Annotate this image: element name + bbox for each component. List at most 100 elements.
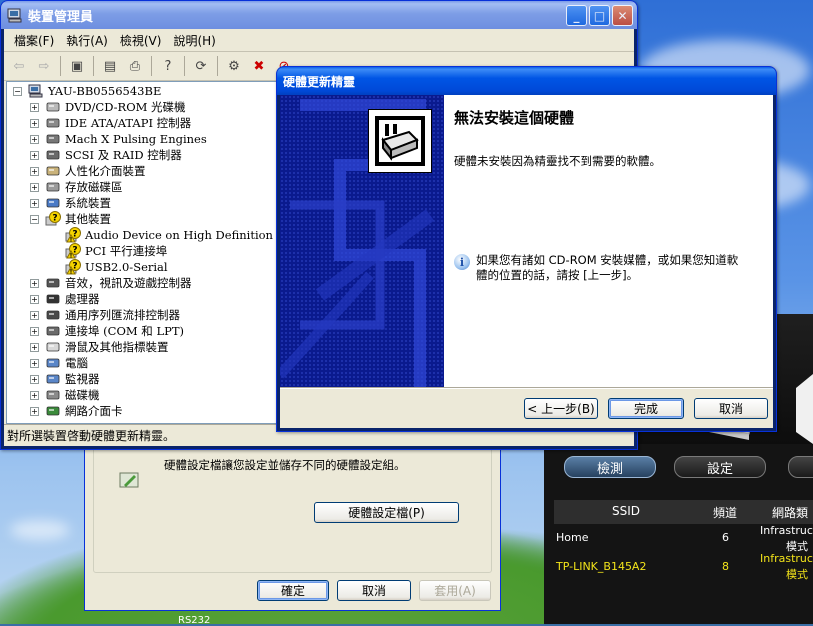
apply-button[interactable]: 套用(A) (419, 580, 491, 601)
help-icon[interactable]: ? (157, 55, 179, 77)
print-icon[interactable]: ⎙ (124, 55, 146, 77)
expand-icon[interactable]: + (30, 342, 39, 352)
scan-button[interactable]: 檢測 (564, 456, 656, 478)
tree-item-label: Mach X Pulsing Engines (65, 132, 207, 146)
tree-item[interactable]: + 存放磁碟區 (30, 179, 123, 195)
collapse-icon[interactable]: − (30, 214, 39, 224)
tree-item[interactable]: ?! PCI 平行連接埠 (65, 243, 167, 259)
expand-icon[interactable]: + (30, 182, 39, 192)
network-adapter-icon (46, 406, 60, 416)
close-button[interactable]: ✕ (612, 5, 633, 26)
menu-file[interactable]: 檔案(F) (8, 32, 60, 49)
back-arrow-icon[interactable]: ⇦ (8, 55, 30, 77)
expand-icon[interactable]: + (30, 374, 39, 384)
expand-icon[interactable]: + (30, 278, 39, 288)
menu-help[interactable]: 說明(H) (167, 32, 221, 49)
expand-icon[interactable]: + (30, 326, 39, 336)
tree-item[interactable]: + 處理器 (30, 291, 100, 307)
settings-button[interactable]: 設定 (674, 456, 766, 478)
tree-item[interactable]: + IDE ATA/ATAPI 控制器 (30, 115, 191, 131)
menu-bar: 檔案(F) 執行(A) 檢視(V) 說明(H) (4, 29, 634, 52)
tree-item[interactable]: −? 其他裝置 (30, 211, 111, 227)
tree-item[interactable]: + 人性化介面裝置 (30, 163, 146, 179)
tree-item[interactable]: + 系統裝置 (30, 195, 111, 211)
cancel-button[interactable]: 取消 (694, 398, 768, 419)
network-row[interactable]: Home 6 Infrastruc 模式 (554, 524, 813, 553)
hardware-update-wizard: 硬體更新精靈 無法安裝這個硬體 硬體未安裝因為精靈找不到需要的軟體。 i 如果您… (276, 66, 777, 432)
tree-item-label: IDE ATA/ATAPI 控制器 (65, 116, 192, 130)
wizard-separator (280, 387, 773, 389)
third-tab-button[interactable] (788, 456, 813, 478)
tree-item[interactable]: + 滑鼠及其他指標裝置 (30, 339, 169, 355)
wizard-info: i 如果您有諸如 CD-ROM 安裝媒體，或如果您知道軟 體的位置的話，請按 [… (454, 253, 754, 283)
tree-item[interactable]: + 電腦 (30, 355, 88, 371)
tree-item[interactable]: ?! USB2.0-Serial (65, 259, 168, 275)
device-manager-titlebar[interactable]: 裝置管理員 _ □ ✕ (1, 1, 637, 29)
expand-icon[interactable]: + (30, 294, 39, 304)
tree-item-label: PCI 平行連接埠 (85, 244, 168, 258)
expand-icon[interactable]: + (30, 358, 39, 368)
tree-item-label: SCSI 及 RAID 控制器 (65, 148, 182, 162)
expand-icon[interactable]: + (30, 310, 39, 320)
tree-item[interactable]: + 通用序列匯流排控制器 (30, 307, 180, 323)
menu-action[interactable]: 執行(A) (60, 32, 114, 49)
wizard-banner (280, 95, 444, 387)
tree-item-label: 磁碟機 (65, 388, 100, 402)
hardware-profiles-description: 硬體設定檔讓您設定並儲存不同的硬體設定組。 (164, 458, 406, 472)
tree-item[interactable]: + DVD/CD-ROM 光碟機 (30, 99, 186, 115)
tree-root[interactable]: − YAU-BB0556543BE (13, 83, 161, 99)
cd-drive-icon (46, 102, 60, 112)
scan-hardware-icon[interactable]: ⟳ (190, 55, 212, 77)
tree-item-label: DVD/CD-ROM 光碟機 (65, 100, 186, 114)
minimize-button[interactable]: _ (566, 5, 587, 26)
expand-icon[interactable]: + (30, 406, 39, 416)
expand-icon[interactable]: + (30, 102, 39, 112)
tree-item-label: 人性化介面裝置 (65, 164, 146, 178)
col-channel: 頻道 (713, 506, 738, 520)
network-table-header: SSID 頻道 網路類 (554, 500, 813, 524)
port-icon (46, 326, 60, 336)
uninstall-icon[interactable]: ✖ (248, 55, 270, 77)
hardware-profiles-button[interactable]: 硬體設定檔(P) (314, 502, 459, 523)
tree-item[interactable]: + Mach X Pulsing Engines (30, 131, 207, 147)
maximize-button[interactable]: □ (589, 5, 610, 26)
col-network-type: 網路類 (772, 506, 809, 520)
tree-item[interactable]: + 磁碟機 (30, 387, 100, 403)
tree-item[interactable]: + 監視器 (30, 371, 100, 387)
wizard-title: 硬體更新精靈 (283, 74, 356, 89)
update-driver-icon[interactable]: ⚙ (223, 55, 245, 77)
tree-item[interactable]: + 音效，視訊及遊戲控制器 (30, 275, 192, 291)
device-manager-title: 裝置管理員 (28, 9, 94, 25)
tree-item[interactable]: + 連接埠 (COM 和 LPT) (30, 323, 184, 339)
tree-item-label: 音效，視訊及遊戲控制器 (65, 276, 192, 290)
wizard-body: 無法安裝這個硬體 硬體未安裝因為精靈找不到需要的軟體。 i 如果您有諸如 CD-… (280, 95, 773, 428)
expand-icon[interactable]: + (30, 150, 39, 160)
unknown-device-icon: ? (45, 211, 61, 226)
expand-icon[interactable]: + (30, 390, 39, 400)
wizard-heading: 無法安裝這個硬體 (454, 109, 575, 127)
tree-item-label: 連接埠 (COM 和 LPT) (65, 324, 184, 338)
properties-icon[interactable]: ▤ (99, 55, 121, 77)
hid-device-icon (46, 166, 60, 176)
forward-arrow-icon[interactable]: ⇨ (33, 55, 55, 77)
wizard-content: 無法安裝這個硬體 硬體未安裝因為精靈找不到需要的軟體。 i 如果您有諸如 CD-… (444, 95, 773, 387)
collapse-icon[interactable]: − (13, 86, 22, 96)
expand-icon[interactable]: + (30, 166, 39, 176)
hardware-install-icon (368, 109, 432, 173)
expand-icon[interactable]: + (30, 134, 39, 144)
tree-item-label: USB2.0-Serial (85, 260, 168, 274)
finish-button[interactable]: 完成 (608, 398, 684, 419)
ok-button[interactable]: 確定 (257, 580, 329, 601)
warning-device-icon: ?! (65, 259, 81, 275)
back-button[interactable]: < 上一步(B) (524, 398, 598, 419)
tree-item[interactable]: + 網路介面卡 (30, 403, 123, 419)
expand-icon[interactable]: + (30, 198, 39, 208)
cancel-button[interactable]: 取消 (337, 580, 411, 601)
expand-icon[interactable]: + (30, 118, 39, 128)
menu-view[interactable]: 檢視(V) (114, 32, 168, 49)
wizard-titlebar[interactable]: 硬體更新精靈 (277, 67, 776, 95)
show-hide-tree-icon[interactable]: ▣ (66, 55, 88, 77)
processor-icon (46, 294, 60, 304)
network-row[interactable]: TP-LINK_B145A2 8 Infrastruc 模式 (554, 552, 813, 581)
tree-item[interactable]: + SCSI 及 RAID 控制器 (30, 147, 182, 163)
